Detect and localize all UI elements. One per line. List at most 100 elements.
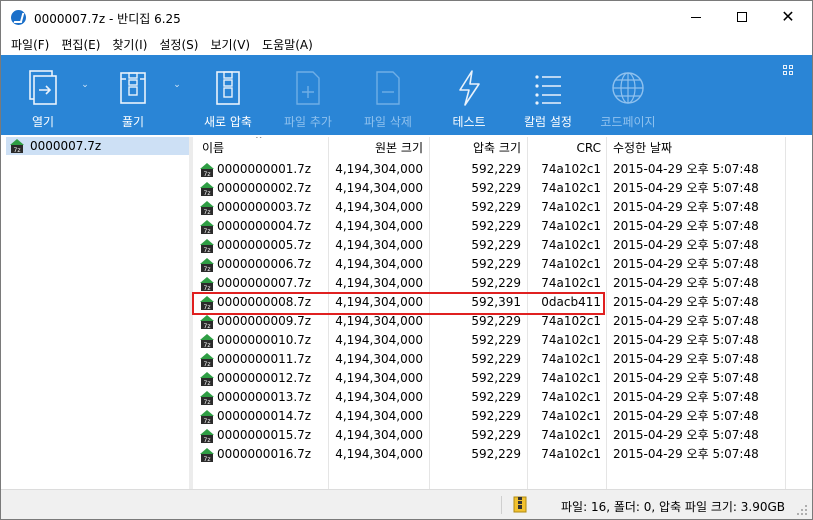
file-original-size: 4,194,304,000 bbox=[335, 238, 423, 252]
file-compressed-size: 592,229 bbox=[471, 352, 521, 366]
open-button[interactable]: 열기 bbox=[21, 55, 65, 135]
new-archive-button[interactable]: 새로 압축 bbox=[201, 55, 255, 135]
file-original-size: 4,194,304,000 bbox=[335, 371, 423, 385]
delete-file-icon bbox=[376, 71, 400, 105]
maximize-button[interactable] bbox=[719, 1, 765, 33]
window-title: 0000007.7z - 반디집 6.25 bbox=[34, 12, 181, 26]
file-row[interactable]: 7z 0000000013.7z 4,194,304,000 592,229 74a10… bbox=[193, 388, 812, 407]
file-modified-date: 2015-04-29 오후 5:07:48 bbox=[613, 238, 759, 252]
codepage-button[interactable]: 코드페이지 bbox=[599, 55, 657, 135]
open-dropdown-icon[interactable]: ⌄ bbox=[79, 80, 91, 92]
file-row[interactable]: 7z 0000000010.7z 4,194,304,000 592,229 74a10… bbox=[193, 331, 812, 350]
column-header-original-size[interactable]: 원본 크기 bbox=[328, 137, 423, 159]
file-row[interactable]: 7z 0000000003.7z 4,194,304,000 592,229 74a10… bbox=[193, 198, 812, 217]
column-settings-label: 칼럼 설정 bbox=[524, 115, 572, 129]
file-row[interactable]: 7z 0000000016.7z 4,194,304,000 592,229 74a10… bbox=[193, 445, 812, 464]
file-modified-date: 2015-04-29 오후 5:07:48 bbox=[613, 314, 759, 328]
menu-file[interactable]: 파일(F) bbox=[5, 36, 55, 53]
menu-edit[interactable]: 편집(E) bbox=[55, 36, 106, 53]
svg-text:7z: 7z bbox=[14, 147, 21, 154]
svg-text:7z: 7z bbox=[204, 418, 211, 425]
column-header-name[interactable]: 이름 bbox=[202, 137, 224, 159]
column-header-modified[interactable]: 수정한 날짜 bbox=[613, 137, 672, 159]
file-compressed-size: 592,229 bbox=[471, 371, 521, 385]
file-row[interactable]: 7z 0000000005.7z 4,194,304,000 592,229 74a10… bbox=[193, 236, 812, 255]
add-file-button[interactable]: 파일 추가 bbox=[281, 55, 335, 135]
file-crc: 74a102c1 bbox=[541, 238, 601, 252]
open-icon bbox=[29, 70, 57, 105]
file-compressed-size: 592,229 bbox=[471, 162, 521, 176]
extract-button[interactable]: 풀기 bbox=[111, 55, 155, 135]
resize-grip-icon[interactable] bbox=[796, 504, 808, 516]
file-name: 0000000006.7z bbox=[217, 257, 312, 271]
close-button[interactable]: ✕ bbox=[765, 1, 811, 33]
file-crc: 74a102c1 bbox=[541, 257, 601, 271]
file-name: 0000000005.7z bbox=[217, 238, 312, 252]
file-row[interactable]: 7z 0000000011.7z 4,194,304,000 592,229 74a10… bbox=[193, 350, 812, 369]
file-compressed-size: 592,229 bbox=[471, 428, 521, 442]
extract-dropdown-icon[interactable]: ⌄ bbox=[171, 80, 183, 92]
file-original-size: 4,194,304,000 bbox=[335, 181, 423, 195]
list-header: 이름 ^ 원본 크기 압축 크기 CRC 수정한 날짜 bbox=[193, 137, 812, 159]
codepage-label: 코드페이지 bbox=[600, 115, 656, 129]
7z-archive-icon: 7z bbox=[200, 258, 214, 273]
column-header-crc[interactable]: CRC bbox=[527, 137, 602, 159]
extract-icon bbox=[120, 72, 146, 104]
file-crc: 74a102c1 bbox=[541, 181, 601, 195]
file-compressed-size: 592,229 bbox=[471, 257, 521, 271]
file-original-size: 4,194,304,000 bbox=[335, 219, 423, 233]
svg-text:7z: 7z bbox=[204, 171, 211, 178]
file-row[interactable]: 7z 0000000004.7z 4,194,304,000 592,229 74a10… bbox=[193, 217, 812, 236]
menu-view[interactable]: 보기(V) bbox=[204, 36, 256, 53]
folder-tree: 7z 0000007.7z bbox=[4, 137, 189, 489]
file-name: 0000000010.7z bbox=[217, 333, 312, 347]
column-header-compressed-size[interactable]: 압축 크기 bbox=[429, 137, 521, 159]
column-settings-button[interactable]: 칼럼 설정 bbox=[521, 55, 575, 135]
7z-archive-icon: 7z bbox=[200, 163, 214, 178]
file-modified-date: 2015-04-29 오후 5:07:48 bbox=[613, 219, 759, 233]
file-modified-date: 2015-04-29 오후 5:07:48 bbox=[613, 200, 759, 214]
file-row[interactable]: 7z 0000000014.7z 4,194,304,000 592,229 74a10… bbox=[193, 407, 812, 426]
file-name: 0000000014.7z bbox=[217, 409, 312, 423]
maximize-icon bbox=[737, 12, 747, 22]
7z-archive-icon: 7z bbox=[200, 296, 214, 311]
file-compressed-size: 592,229 bbox=[471, 181, 521, 195]
file-row[interactable]: 7z 0000000012.7z 4,194,304,000 592,229 74a10… bbox=[193, 369, 812, 388]
svg-text:7z: 7z bbox=[204, 323, 211, 330]
file-name: 0000000004.7z bbox=[217, 219, 312, 233]
file-row[interactable]: 7z 0000000002.7z 4,194,304,000 592,229 74a10… bbox=[193, 179, 812, 198]
menu-find[interactable]: 찾기(I) bbox=[106, 36, 153, 53]
file-compressed-size: 592,229 bbox=[471, 219, 521, 233]
file-modified-date: 2015-04-29 오후 5:07:48 bbox=[613, 181, 759, 195]
lightning-icon bbox=[459, 70, 480, 106]
file-name: 0000000003.7z bbox=[217, 200, 312, 214]
file-name: 0000000011.7z bbox=[217, 352, 312, 366]
delete-file-button[interactable]: 파일 삭제 bbox=[361, 55, 415, 135]
toolbar: 열기 ⌄ 풀기 ⌄ 새로 압축 파일 추가 파일 삭제 테스트 칼럼 설정 코드… bbox=[1, 55, 812, 135]
svg-text:7z: 7z bbox=[204, 247, 211, 254]
file-row[interactable]: 7z 0000000006.7z 4,194,304,000 592,229 74a10… bbox=[193, 255, 812, 274]
layout-menu-icon[interactable] bbox=[783, 65, 795, 77]
file-compressed-size: 592,229 bbox=[471, 314, 521, 328]
sort-ascending-icon: ^ bbox=[255, 137, 263, 145]
menu-help[interactable]: 도움말(A) bbox=[256, 36, 319, 53]
file-row[interactable]: 7z 0000000009.7z 4,194,304,000 592,229 74a10… bbox=[193, 312, 812, 331]
file-compressed-size: 592,229 bbox=[471, 238, 521, 252]
file-row[interactable]: 7z 0000000001.7z 4,194,304,000 592,229 74a10… bbox=[193, 160, 812, 179]
7z-archive-icon: 7z bbox=[10, 139, 24, 154]
minimize-button[interactable] bbox=[673, 1, 719, 33]
7z-archive-icon: 7z bbox=[200, 182, 214, 197]
file-row[interactable]: 7z 0000000007.7z 4,194,304,000 592,229 74a10… bbox=[193, 274, 812, 293]
file-row[interactable]: 7z 0000000015.7z 4,194,304,000 592,229 74a10… bbox=[193, 426, 812, 445]
svg-text:7z: 7z bbox=[204, 361, 211, 368]
file-name: 0000000012.7z bbox=[217, 371, 312, 385]
file-name: 0000000001.7z bbox=[217, 162, 312, 176]
new-archive-label: 새로 압축 bbox=[204, 115, 252, 129]
bandizip-icon[interactable] bbox=[11, 10, 26, 25]
menu-settings[interactable]: 설정(S) bbox=[153, 36, 204, 53]
7z-archive-icon: 7z bbox=[200, 239, 214, 254]
test-button[interactable]: 테스트 bbox=[447, 55, 491, 135]
tree-item-archive[interactable]: 7z 0000007.7z bbox=[6, 137, 189, 155]
7z-archive-icon: 7z bbox=[200, 448, 214, 463]
file-row[interactable]: 7z 0000000008.7z 4,194,304,000 592,391 0dacb… bbox=[193, 293, 812, 312]
